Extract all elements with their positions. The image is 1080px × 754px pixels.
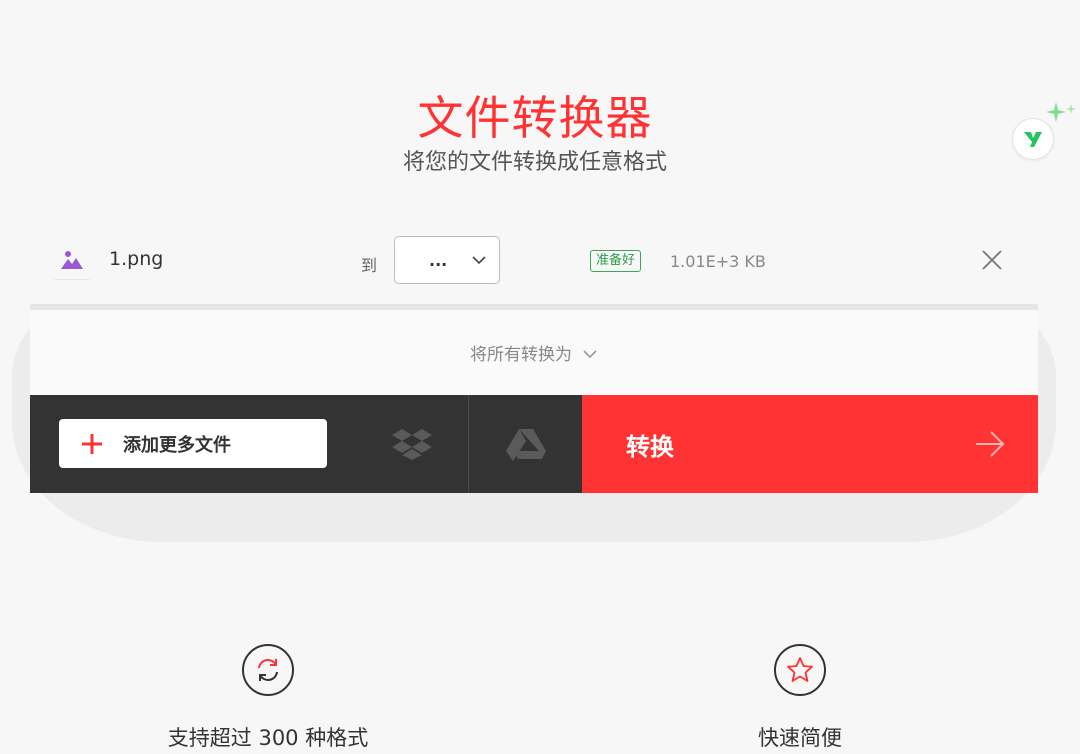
google-drive-icon[interactable] xyxy=(504,427,548,461)
star-icon xyxy=(774,644,826,696)
feature-formats: 支持超过 300 种格式 xyxy=(98,644,438,752)
action-divider xyxy=(468,395,469,493)
file-name: 1.png xyxy=(109,248,164,270)
convert-all-dropdown[interactable]: 将所有转换为 xyxy=(30,310,1038,395)
feature-fast-easy: 快速简便 xyxy=(630,644,970,752)
refresh-icon xyxy=(242,644,294,696)
arrow-right-icon xyxy=(976,431,1005,457)
dropbox-icon[interactable] xyxy=(390,427,434,461)
convert-all-label: 将所有转换为 xyxy=(470,345,572,365)
close-icon[interactable] xyxy=(980,248,1004,272)
image-file-icon xyxy=(54,244,90,280)
feature-label: 快速简便 xyxy=(758,726,842,750)
add-more-files-button[interactable]: 添加更多文件 xyxy=(59,419,327,468)
page: 文件转换器 将您的文件转换成任意格式 1.png 到 ... 准备好 1.01E… xyxy=(0,0,1080,754)
format-select[interactable]: ... xyxy=(394,236,500,284)
extension-button[interactable] xyxy=(1012,118,1054,160)
page-subtitle: 将您的文件转换成任意格式 xyxy=(402,150,667,175)
status-badge: 准备好 xyxy=(590,250,642,272)
to-label: 到 xyxy=(361,256,378,275)
page-title: 文件转换器 xyxy=(417,91,653,145)
file-row: 1.png 到 ... 准备好 1.01E+3 KB xyxy=(30,214,1038,310)
convert-label: 转换 xyxy=(626,432,674,461)
file-size: 1.01E+3 KB xyxy=(670,252,766,271)
chevron-down-icon xyxy=(583,349,597,358)
format-value: ... xyxy=(429,250,448,270)
feature-label: 支持超过 300 种格式 xyxy=(167,726,369,750)
extension-logo-icon xyxy=(1024,132,1042,147)
convert-button[interactable]: 转换 xyxy=(582,395,1038,493)
chevron-down-icon xyxy=(472,256,486,265)
add-more-files-label: 添加更多文件 xyxy=(123,434,231,456)
plus-icon xyxy=(82,433,102,454)
action-bar: 添加更多文件 转换 xyxy=(30,395,1038,493)
sparkle-icon xyxy=(1046,102,1076,122)
